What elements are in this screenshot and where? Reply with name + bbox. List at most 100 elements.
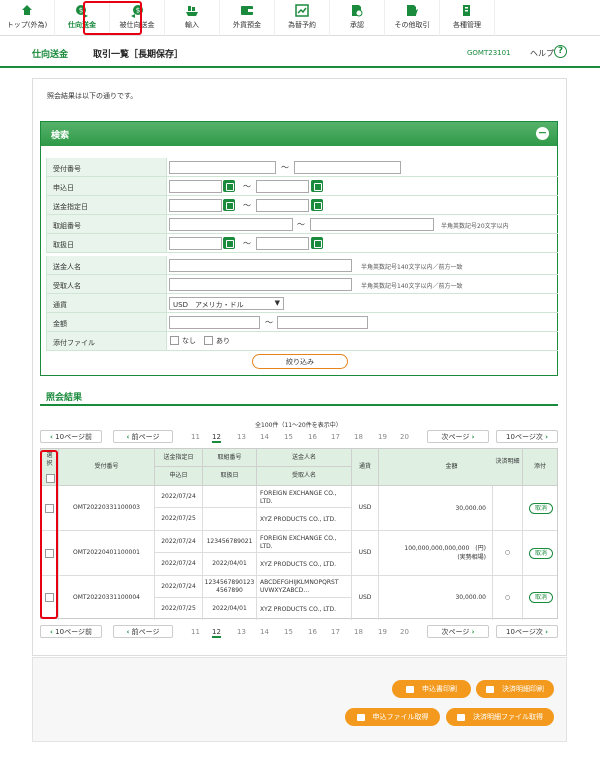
page-link[interactable]: 20 (400, 433, 409, 441)
attach-none-checkbox[interactable] (170, 336, 179, 345)
handle-date-to-input[interactable] (256, 237, 309, 250)
prev-page-button[interactable]: ‹ 前ページ (113, 430, 173, 443)
chevron-right-icon: › (471, 628, 475, 636)
page-link[interactable]: 17 (331, 628, 340, 636)
ref-to-input[interactable] (294, 161, 401, 174)
page-link[interactable]: 19 (378, 433, 387, 441)
next-10-pages-button[interactable]: 10ページ次 › (496, 430, 558, 443)
calendar-icon[interactable] (223, 199, 235, 211)
help-icon[interactable]: ? (554, 45, 567, 58)
page-link[interactable]: 18 (354, 433, 363, 441)
nav-label: 輸入 (185, 21, 199, 29)
manage-icon (463, 5, 470, 16)
nav-import[interactable]: 輸入 (165, 0, 220, 36)
page-link[interactable]: 13 (237, 628, 246, 636)
nav-top[interactable]: トップ(外為) (0, 0, 55, 36)
nav-fx-contract[interactable]: 為替予約 (275, 0, 330, 36)
currency-select[interactable]: USD アメリカ・ドル ▼ (169, 297, 284, 310)
cell-statement (493, 486, 523, 531)
printer-icon (406, 685, 414, 693)
get-application-file-button[interactable]: 申込ファイル取得 (345, 708, 440, 726)
result-count: 全100件（11〜20件を表示中） (255, 422, 342, 429)
page-link[interactable]: 14 (260, 628, 269, 636)
calendar-icon[interactable] (311, 180, 323, 192)
page-link[interactable]: 16 (308, 433, 317, 441)
page-link[interactable]: 15 (284, 628, 293, 636)
calendar-icon[interactable] (311, 199, 323, 211)
nav-management[interactable]: 各種管理 (440, 0, 495, 36)
cell-receiver: XYZ PRODUCTS CO., LTD. (257, 598, 352, 620)
cell-amount: 30,000.00 (379, 486, 493, 531)
cancel-button[interactable]: 取消 (529, 592, 553, 603)
ref-from-input[interactable] (169, 161, 276, 174)
cell-deal-no: 123456789021 (203, 531, 257, 553)
print-statement-label: 決済明細印刷 (502, 685, 544, 693)
receiver-input[interactable] (169, 278, 352, 291)
select-all-checkbox[interactable] (46, 474, 55, 483)
cell-ref: OMT20220331100004 (59, 576, 155, 620)
prev-10-pages-button[interactable]: ‹ 10ページ前 (40, 625, 102, 638)
chevron-left-icon: ‹ (50, 628, 53, 636)
get-statement-file-label: 決済明細ファイル取得 (473, 713, 543, 721)
handle-date-from-input[interactable] (169, 237, 222, 250)
next-page-button[interactable]: 次ページ › (427, 625, 489, 638)
page-link[interactable]: 15 (284, 433, 293, 441)
page-link[interactable]: 16 (308, 628, 317, 636)
print-statement-button[interactable]: 決済明細印刷 (476, 680, 554, 698)
calendar-icon[interactable] (223, 237, 235, 249)
row-checkbox[interactable] (45, 504, 54, 513)
nav-fx-deposit[interactable]: 外貨預金 (220, 0, 275, 36)
nav-inward-remittance[interactable]: $ 被仕向送金 (110, 0, 165, 36)
calendar-icon[interactable] (223, 180, 235, 192)
get-statement-file-button[interactable]: 決済明細ファイル取得 (446, 708, 554, 726)
filter-button[interactable]: 絞り込み (252, 354, 348, 369)
page-link[interactable]: 18 (354, 628, 363, 636)
nav-other-transactions[interactable]: その他取引 (385, 0, 440, 36)
nav-label: 仕向送金 (68, 21, 96, 29)
prev10-label: 10ページ前 (55, 628, 92, 636)
cell-receiver: XYZ PRODUCTS CO., LTD. (257, 508, 352, 531)
header-select-label: 選択 (46, 452, 53, 467)
deal-no-from-input[interactable] (169, 218, 293, 231)
row-checkbox[interactable] (45, 593, 54, 602)
apply-date-to-input[interactable] (256, 180, 309, 193)
attach-yes-checkbox[interactable] (204, 336, 213, 345)
global-nav: トップ(外為) $ 仕向送金 $ 被仕向送金 輸入 外貨預金 為替予約 承認 その他… (0, 0, 600, 36)
page-link[interactable]: 20 (400, 628, 409, 636)
cancel-button[interactable]: 取消 (529, 503, 553, 514)
next-10-pages-button[interactable]: 10ページ次 › (496, 625, 558, 638)
collapse-icon[interactable]: − (536, 127, 549, 140)
amount-from-input[interactable] (169, 316, 260, 329)
nav-approval[interactable]: 承認 (330, 0, 385, 36)
header-receiver: 受取人名 (257, 467, 352, 486)
print-application-button[interactable]: 申込書印刷 (392, 680, 471, 698)
send-date-to-input[interactable] (256, 199, 309, 212)
calendar-icon[interactable] (311, 237, 323, 249)
sender-input[interactable] (169, 259, 352, 272)
amount-to-input[interactable] (277, 316, 368, 329)
hint-text: 半角英数記号140文字以内／前方一致 (361, 264, 463, 271)
cancel-button[interactable]: 取消 (529, 548, 553, 559)
page-link[interactable]: 14 (260, 433, 269, 441)
page-link[interactable]: 11 (191, 433, 200, 441)
page-link[interactable]: 11 (191, 628, 200, 636)
page-link[interactable]: 17 (331, 433, 340, 441)
nav-outward-remittance[interactable]: $ 仕向送金 (55, 0, 110, 36)
row-checkbox[interactable] (45, 549, 54, 558)
row-attachment (46, 332, 558, 351)
send-date-from-input[interactable] (169, 199, 222, 212)
page-link[interactable]: 13 (237, 433, 246, 441)
help-link[interactable]: ヘルプ (530, 48, 554, 59)
header-apply-date: 申込日 (155, 467, 203, 486)
header-handle-date: 取扱日 (203, 467, 257, 486)
apply-date-from-input[interactable] (169, 180, 222, 193)
attach-yes-label: あり (216, 337, 230, 345)
prev-10-pages-button[interactable]: ‹ 10ページ前 (40, 430, 102, 443)
page-link[interactable]: 19 (378, 628, 387, 636)
prev-page-button[interactable]: ‹ 前ページ (113, 625, 173, 638)
cell-amount: 100,000,000,000,000 (円) (実勢相場) (379, 531, 493, 576)
next-page-button[interactable]: 次ページ › (427, 430, 489, 443)
deal-no-to-input[interactable] (310, 218, 434, 231)
nav-label: 為替予約 (288, 21, 316, 29)
search-title[interactable]: 検索 − (41, 122, 557, 146)
